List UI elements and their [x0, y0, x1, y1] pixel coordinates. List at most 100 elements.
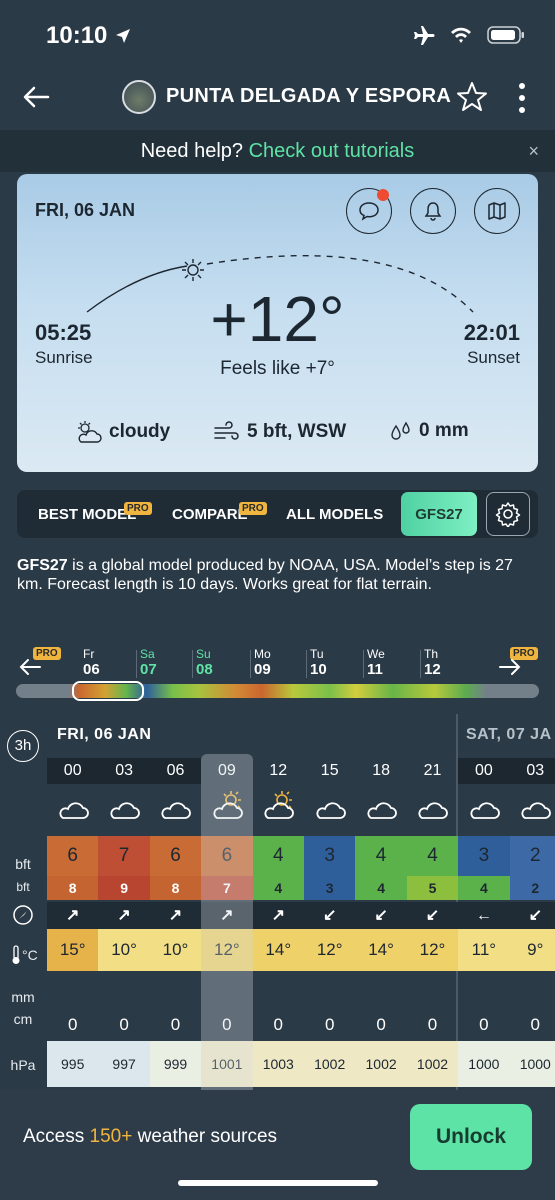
day-of-week: Su	[196, 647, 211, 661]
wind-bft-cell: 6	[47, 836, 99, 876]
wind-direction-cell: ↗	[98, 902, 150, 929]
tab-best-model[interactable]: BEST MODEL	[38, 506, 136, 523]
station-avatar	[122, 80, 156, 114]
close-banner-button[interactable]: ×	[528, 141, 539, 162]
precip-cell: 0	[67, 1015, 78, 1034]
day-number: 09	[254, 661, 271, 678]
raindrops-icon	[391, 421, 410, 440]
wind-bft-cell: 6	[149, 836, 202, 876]
today-card: FRI, 06 JAN 05:25 Sunrise 22:01 Sunset +…	[17, 174, 538, 472]
bft-row-label: bft	[15, 856, 31, 872]
wind-bft-cell: 4	[252, 836, 304, 876]
temperature-cell: 9°	[509, 929, 555, 971]
temperature-cell: 15°	[47, 929, 99, 971]
wind-gust-cell: 3	[304, 876, 356, 900]
tab-all-models[interactable]: ALL MODELS	[286, 506, 383, 523]
wind-direction-cell: ←	[458, 902, 510, 929]
condition-text: cloudy	[109, 421, 171, 442]
condition-metric: cloudy	[73, 420, 170, 444]
cloudy-icon	[150, 780, 201, 834]
forecast-date: FRI, 06 JAN	[35, 200, 136, 220]
map-button[interactable]	[474, 188, 520, 234]
tab-compare[interactable]: COMPARE	[172, 506, 248, 523]
day-number: 12	[424, 661, 441, 678]
wind-direction-cell: ↙	[406, 902, 459, 929]
wind-direction-cell: ↙	[509, 902, 555, 929]
pressure-cell: 1003	[252, 1041, 304, 1087]
step-badge[interactable]: 3h	[7, 730, 39, 762]
day-of-week: Mo	[254, 647, 271, 661]
prev-arrow-icon[interactable]	[18, 656, 42, 678]
more-vertical-icon[interactable]	[510, 80, 534, 116]
tab-compare-label: COMPARE	[172, 506, 248, 523]
wind-bft-cell: 7	[98, 836, 150, 876]
compass-icon	[0, 904, 46, 929]
cloudy-icon	[458, 780, 509, 834]
help-prefix: Need help?	[140, 140, 244, 162]
day-09[interactable]: Mo 09	[254, 646, 271, 678]
sun-icon	[182, 259, 204, 281]
wind-direction-cell: ↙	[355, 902, 407, 929]
day-number: 08	[196, 661, 213, 678]
gear-icon	[495, 502, 521, 527]
day-number: 11	[367, 661, 383, 678]
selected-column[interactable]	[201, 754, 253, 1090]
wind-direction-cell: ↙	[304, 902, 356, 929]
day-number: 07	[140, 661, 157, 678]
gust-row-label: bft	[16, 880, 30, 894]
status-icons	[411, 24, 525, 46]
feels-like: Feels like +7°	[220, 358, 335, 379]
day-separator	[136, 650, 137, 678]
current-temperature: +12°	[210, 283, 345, 355]
star-icon[interactable]	[455, 80, 489, 114]
unlock-button[interactable]: Unlock	[410, 1104, 532, 1170]
cloudy-icon	[304, 780, 355, 834]
precip-metric: 0 mm	[389, 420, 469, 442]
day-10[interactable]: Tu 10	[310, 646, 327, 678]
wind-bft-cell: 3	[458, 836, 510, 876]
day-12[interactable]: Th 12	[424, 646, 441, 678]
temperature-cell: 14°	[355, 929, 407, 971]
precip-cell: 0	[273, 1015, 284, 1034]
wind-gust-cell: 4	[458, 876, 510, 900]
upsell-message: Access 150+ weather sources	[23, 1126, 277, 1148]
precip-row-label-mm: mm	[11, 989, 35, 1005]
wind-gust-cell: 2	[509, 876, 555, 900]
tab-all-label: ALL MODELS	[286, 506, 384, 523]
day-of-week: Sa	[140, 647, 155, 661]
location-arrow-icon	[116, 29, 131, 43]
day-07[interactable]: Sa 07	[140, 646, 157, 678]
temperature-cell: 10°	[149, 929, 202, 971]
comments-button[interactable]	[346, 188, 392, 234]
day-of-week: Th	[424, 647, 439, 661]
day-08[interactable]: Su 08	[196, 646, 213, 678]
cloudy-icon	[355, 780, 406, 834]
settings-button[interactable]	[486, 492, 530, 536]
grid-day1-header: FRI, 06 JAN	[57, 726, 152, 743]
cloudy-icon	[407, 780, 458, 834]
day-number: 06	[83, 661, 100, 678]
precip-cell: 0	[479, 1015, 489, 1034]
temperature-cell: 12°	[406, 929, 459, 971]
wind-gust-cell: 4	[355, 876, 407, 900]
wind-gust-cell: 8	[47, 876, 99, 900]
day-of-week: Tu	[310, 647, 324, 661]
wind-direction-cell: ↗	[149, 902, 202, 929]
forecast-grid: 3h FRI, 06 JAN SAT, 07 JA bft bft °C mm cm hPa 0 0…	[0, 714, 555, 1090]
next-arrow-icon[interactable]	[498, 656, 522, 678]
tab-best-label: BEST MODEL	[38, 506, 137, 523]
day-separator	[250, 650, 251, 678]
day-06[interactable]: Fr 06	[83, 646, 100, 678]
day-11[interactable]: We 11	[367, 646, 385, 678]
timeline-selection[interactable]	[72, 681, 144, 701]
temperature-cell: 11°	[458, 929, 510, 971]
wind-text: 5 bft, WSW	[247, 421, 347, 442]
tab-gfs27[interactable]: GFS27	[401, 492, 477, 536]
alerts-button[interactable]	[410, 188, 456, 234]
wind-icon	[214, 421, 239, 440]
help-text: Need help? Check out tutorials	[0, 140, 555, 163]
status-bar: 10:10	[0, 0, 555, 70]
precip-cell: 0	[427, 1015, 438, 1034]
back-arrow-icon[interactable]	[20, 80, 54, 114]
tutorials-link[interactable]: Check out tutorials	[249, 140, 415, 162]
